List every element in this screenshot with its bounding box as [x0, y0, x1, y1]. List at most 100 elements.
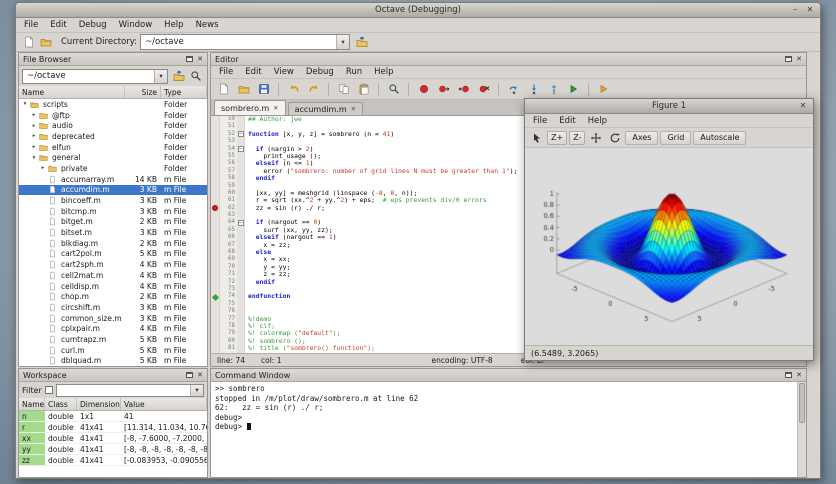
tree-item[interactable]: ▸ @ftp Folder: [19, 110, 207, 121]
line-number[interactable]: 68: [220, 249, 237, 257]
line-number[interactable]: 58: [220, 175, 237, 183]
column-class[interactable]: Class: [45, 398, 77, 410]
step-in-icon[interactable]: [525, 81, 542, 97]
filter-combo[interactable]: ▾: [55, 383, 204, 397]
fold-margin[interactable]: [237, 256, 245, 264]
fold-margin[interactable]: [237, 337, 245, 346]
breakpoint-margin[interactable]: [211, 189, 220, 198]
fold-margin[interactable]: [237, 315, 245, 323]
breakpoint-margin[interactable]: [211, 182, 220, 190]
expander-icon[interactable]: ▸: [30, 123, 38, 129]
line-number[interactable]: 63: [220, 212, 237, 220]
new-file-icon[interactable]: [215, 81, 232, 97]
fold-margin[interactable]: [237, 263, 245, 272]
scrollbar-thumb[interactable]: [799, 383, 805, 423]
tree-item[interactable]: ▾ scripts Folder: [19, 99, 207, 110]
workspace-row[interactable]: n double 1x1 41: [19, 411, 207, 422]
tree-item[interactable]: bitget.m 2 KB m File: [19, 217, 207, 228]
breakpoint-margin[interactable]: [211, 300, 220, 309]
filter-checkbox[interactable]: [44, 386, 53, 394]
undock-icon[interactable]: [785, 56, 793, 62]
line-number[interactable]: 55: [220, 152, 237, 161]
breakpoint-margin[interactable]: [211, 293, 220, 301]
undock-icon[interactable]: [785, 372, 793, 378]
zoom-in-button[interactable]: Z+: [547, 130, 568, 145]
line-number[interactable]: 74: [220, 293, 237, 301]
breakpoint-margin[interactable]: [211, 175, 220, 183]
breakpoint-margin[interactable]: [211, 278, 220, 286]
line-number[interactable]: 72: [220, 278, 237, 286]
line-number[interactable]: 50: [220, 116, 237, 124]
workspace-row[interactable]: rdouble 41x41 [11.314, 11.034, 10.763,: [19, 422, 207, 433]
line-number[interactable]: 60: [220, 189, 237, 198]
expander-icon[interactable]: ▸: [39, 165, 47, 171]
grid-button[interactable]: Grid: [660, 130, 692, 145]
line-number[interactable]: 80: [220, 337, 237, 346]
breakpoint-margin[interactable]: [211, 197, 220, 205]
editor-tab-accumdim-m[interactable]: accumdim.m ✕: [287, 102, 364, 115]
close-panel-icon[interactable]: ✕: [796, 371, 802, 379]
window-titlebar[interactable]: Octave (Debugging) – ✕: [16, 3, 820, 18]
fold-margin[interactable]: [237, 138, 245, 146]
line-number[interactable]: 73: [220, 285, 237, 294]
line-number[interactable]: 65: [220, 226, 237, 235]
column-dimension[interactable]: Dimension: [77, 398, 121, 410]
breakpoint-margin[interactable]: [211, 167, 220, 176]
breakpoint-margin[interactable]: [211, 322, 220, 331]
bp-prev-icon[interactable]: [455, 81, 472, 97]
editor-menu-run[interactable]: Run: [340, 67, 368, 77]
expander-icon[interactable]: ▸: [30, 144, 38, 150]
tree-item[interactable]: cart2sph.m 4 KB m File: [19, 259, 207, 270]
expander-icon[interactable]: ▸: [30, 112, 38, 118]
breakpoint-margin[interactable]: [211, 256, 220, 264]
workspace-row[interactable]: xxdouble 41x41 [-8, -7.6000, -7.2000, -6.8: [19, 433, 207, 444]
fold-margin[interactable]: [237, 285, 245, 294]
fold-margin[interactable]: [237, 189, 245, 198]
line-number[interactable]: 66: [220, 234, 237, 242]
step-out-icon[interactable]: [545, 81, 562, 97]
breakpoint-margin[interactable]: [211, 249, 220, 257]
fold-margin[interactable]: [237, 322, 245, 331]
editor-menu-file[interactable]: File: [213, 67, 239, 77]
fold-margin[interactable]: [237, 241, 245, 250]
editor-tab-sombrero-m[interactable]: sombrero.m ✕: [214, 100, 286, 115]
tree-item[interactable]: cumtrapz.m 5 KB m File: [19, 334, 207, 345]
fold-margin[interactable]: [237, 249, 245, 257]
undock-icon[interactable]: [186, 56, 194, 62]
tree-item[interactable]: ▸ deprecated Folder: [19, 131, 207, 142]
line-number[interactable]: 53: [220, 138, 237, 146]
copy-icon[interactable]: [335, 81, 352, 97]
line-number[interactable]: 61: [220, 197, 237, 205]
rotate-icon[interactable]: [606, 130, 623, 146]
menu-help[interactable]: Help: [158, 20, 189, 30]
line-number[interactable]: 75: [220, 300, 237, 309]
fold-margin[interactable]: [237, 212, 245, 220]
fold-margin[interactable]: [237, 278, 245, 286]
tree-item[interactable]: bitset.m 3 KB m File: [19, 227, 207, 238]
find-icon[interactable]: [385, 81, 402, 97]
fold-margin[interactable]: [237, 167, 245, 176]
menu-edit[interactable]: Edit: [44, 20, 72, 30]
paste-icon[interactable]: [355, 81, 372, 97]
line-number[interactable]: 76: [220, 308, 237, 316]
breakpoint-margin[interactable]: [211, 330, 220, 338]
select-arrow-icon[interactable]: [528, 130, 545, 146]
column-size[interactable]: Size: [125, 86, 161, 98]
tree-item[interactable]: curl.m 5 KB m File: [19, 345, 207, 356]
open-folder-icon[interactable]: [37, 34, 54, 50]
line-number[interactable]: 71: [220, 271, 237, 279]
command-window-terminal[interactable]: >> sombrero stopped in /m/plot/draw/sombr…: [211, 382, 806, 477]
tree-item[interactable]: accumarray.m 14 KB m File: [19, 174, 207, 185]
tree-item[interactable]: cart2pol.m 5 KB m File: [19, 249, 207, 260]
fold-margin[interactable]: −: [237, 219, 245, 227]
editor-menu-help[interactable]: Help: [368, 67, 399, 77]
menu-file[interactable]: File: [18, 20, 44, 30]
close-tab-icon[interactable]: ✕: [273, 104, 278, 112]
autoscale-button[interactable]: Autoscale: [693, 130, 747, 145]
redo-icon[interactable]: [305, 81, 322, 97]
tree-item[interactable]: cplxpair.m 4 KB m File: [19, 323, 207, 334]
zoom-out-button[interactable]: Z-: [569, 130, 586, 145]
tree-item[interactable]: accumdim.m 3 KB m File: [19, 184, 207, 196]
close-icon[interactable]: ✕: [797, 100, 809, 112]
file-browser-path-combo[interactable]: ~/octave ▾: [22, 68, 168, 84]
